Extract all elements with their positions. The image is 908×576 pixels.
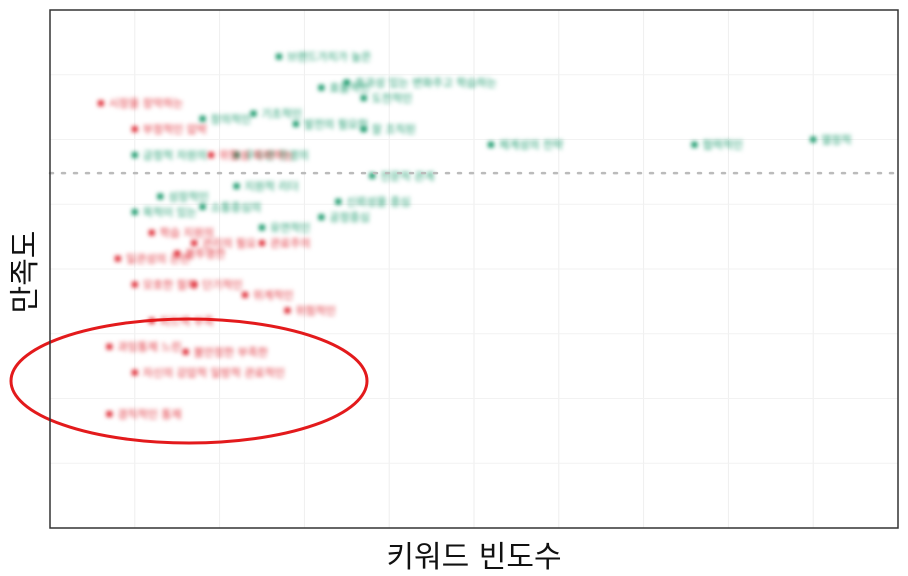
point-label: 시장을 장악하는 [109,96,183,110]
y-axis-title: 만족도 [8,230,43,314]
point-label: 불투명한 [185,247,225,260]
data-point [106,411,113,418]
point-label: 전문적 관계 [380,170,434,183]
point-label: 소통중심의 [211,201,262,214]
data-point [191,240,198,247]
data-point [250,110,257,117]
data-point [292,120,299,127]
point-label: 협력적인 [702,139,742,152]
point-label: 경직적인 통제 [117,408,181,421]
point-label: 관료주의 [270,237,310,250]
data-point [487,141,494,148]
point-label: 지원적 리더 [245,180,299,193]
point-label: 자신의 강압적 일방적 관료적인 [143,366,285,380]
data-point [810,136,817,143]
point-label: 위험적인 [295,304,335,317]
point-label: 발전의 필요한 [304,118,368,131]
point-label: 창의적인 [211,113,251,126]
point-label: 도전적인 [372,92,412,105]
data-point [691,141,698,148]
data-point [148,229,155,236]
point-label: 성장적인 [168,190,208,203]
point-label: 과잉통제 느린 [117,341,181,354]
point-label: 위계적인 [253,289,293,302]
point-label: 불안정한 부족한 [194,346,268,359]
highlight-ellipse [9,317,369,445]
point-label: 유연적인 [270,222,310,235]
point-label: 공정중심 [329,211,369,224]
point-labels: 브랜드가치가 높은효율적인효과성 있는 변화주고 학습하는도전적인기초적인창의적… [109,51,852,421]
point-label: 부정적인 압박 [143,123,207,136]
point-label: 브랜드가치가 높은 [287,51,371,64]
data-point [199,203,206,210]
data-point [275,53,282,60]
point-label: 단기적인 [202,279,242,292]
point-label: 피드백 부족 [160,315,214,328]
point-label: 목적이 있는 [143,206,197,219]
data-point [131,281,138,288]
data-point [335,198,342,205]
data-point [318,84,325,91]
point-label: 체계성의 전략 [499,139,563,152]
data-point [182,348,189,355]
point-label: 모호한 절차 [143,279,197,292]
data-point [97,100,104,107]
highlight-ellipse-shape [9,317,369,445]
data-point [131,369,138,376]
point-label: 신뢰성을 중심 [346,196,410,209]
data-point [360,95,367,102]
point-label: 긍정적 자원의 [143,149,207,162]
data-point [114,255,121,262]
data-point [259,240,265,247]
point-label: 위험성 회피하는 [219,148,293,162]
point-label: 효과성 있는 변화주고 학습하는 [355,76,497,90]
data-point [233,183,240,190]
data-point [157,193,164,200]
data-point [318,214,325,221]
data-point [131,209,138,216]
data-point [259,224,265,231]
point-label: 일관성의 관련 [126,252,190,266]
data-point [242,291,249,298]
point-label: 잘 조직된 [372,123,416,136]
data-point [131,152,138,159]
data-point [284,307,291,314]
data-point [131,126,138,133]
point-label: 열정적 [821,134,851,147]
point-label: 기초적인 [262,108,302,121]
data-point [199,115,206,122]
x-axis-title: 키워드 빈도수 [386,540,562,575]
scatter-chart: 브랜드가치가 높은효율적인효과성 있는 변화주고 학습하는도전적인기초적인창의적… [9,9,900,529]
data-point [208,152,215,159]
data-point [106,343,113,350]
